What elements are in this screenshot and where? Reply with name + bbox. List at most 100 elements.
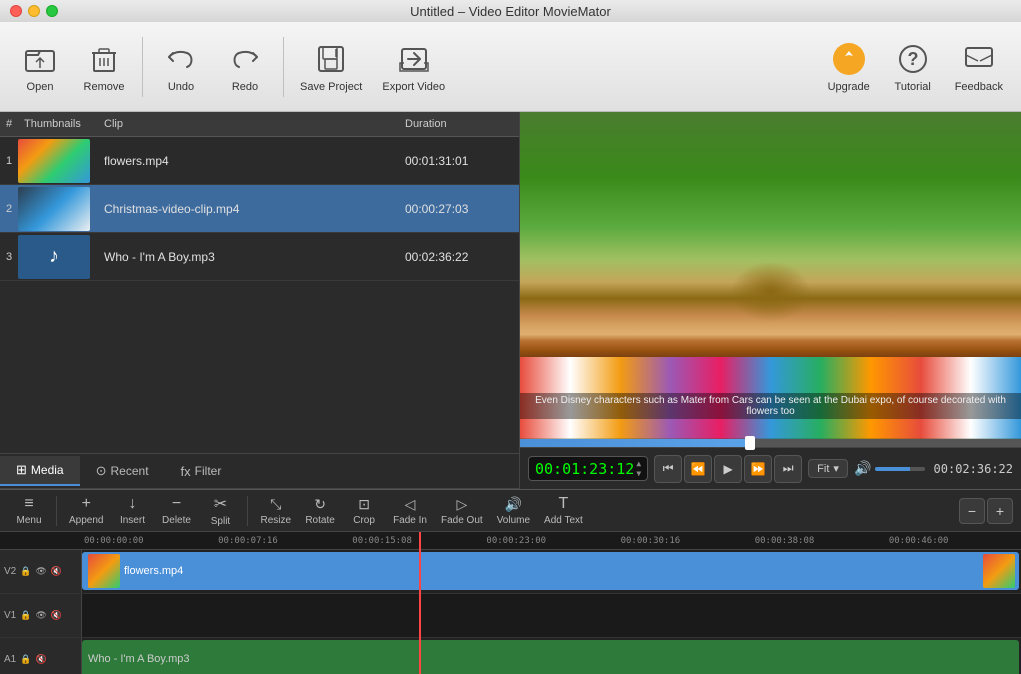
clip-name-1: flowers.mp4 (98, 154, 399, 168)
play-pause-button[interactable]: ▶ (714, 455, 742, 483)
crop-icon: ⊡ (358, 496, 370, 513)
total-duration: 00:02:36:22 (934, 462, 1013, 476)
traffic-lights[interactable] (10, 5, 58, 17)
timecode-display[interactable]: 00:01:23:12 ▲ ▼ (528, 456, 648, 481)
open-button[interactable]: Open (10, 35, 70, 99)
clip-duration-2: 00:00:27:03 (399, 202, 519, 216)
clip-list: # Thumbnails Clip Duration 1 flowers.mp4… (0, 112, 519, 453)
clip-thumb-2 (18, 187, 90, 231)
clip-duration-3: 00:02:36:22 (399, 250, 519, 264)
tab-filter-label: Filter (195, 464, 222, 478)
a1-mute-icon[interactable]: 🔇 (35, 654, 46, 665)
close-button[interactable] (10, 5, 22, 17)
volume-label: Volume (497, 515, 530, 526)
tab-recent-label: Recent (111, 464, 149, 478)
insert-label: Insert (120, 515, 145, 526)
a1-lock-icon[interactable]: 🔒 (20, 654, 31, 665)
fullscreen-button[interactable] (46, 5, 58, 17)
v1-eye-icon[interactable]: 👁 (35, 610, 46, 621)
clip-row-3[interactable]: 3 ♪ Who - I'm A Boy.mp3 00:02:36:22 (0, 233, 519, 281)
redo-button[interactable]: Redo (215, 35, 275, 99)
feedback-label: Feedback (955, 81, 1003, 93)
v1-mute-icon[interactable]: 🔇 (51, 610, 62, 621)
timeline-ruler: 00:00:00:00 00:00:07:16 00:00:15:08 00:0… (0, 532, 1021, 550)
track-v1-content[interactable] (82, 594, 1021, 637)
volume-icon[interactable]: 🔊 (854, 460, 871, 477)
tutorial-button[interactable]: ? Tutorial (883, 35, 943, 99)
skip-end-button[interactable]: ⏭ (774, 455, 802, 483)
timeline-tracks: 00:00:00:00 00:00:07:16 00:00:15:08 00:0… (0, 532, 1021, 674)
chevron-down-icon: ▾ (833, 462, 839, 475)
export-label: Export Video (382, 81, 445, 93)
timecode-up[interactable]: ▲ (636, 459, 641, 469)
clip-num-1: 1 (0, 155, 18, 167)
tab-media[interactable]: ⊞ Media (0, 456, 80, 486)
playhead[interactable] (419, 532, 421, 674)
clip-row-1[interactable]: 1 flowers.mp4 00:01:31:01 (0, 137, 519, 185)
rotate-tool[interactable]: ↻ Rotate (299, 492, 341, 530)
skip-start-button[interactable]: ⏮ (654, 455, 682, 483)
filter-icon: fx (181, 464, 191, 479)
fade-in-tool[interactable]: ◁ Fade In (387, 492, 433, 530)
undo-button[interactable]: Undo (151, 35, 211, 99)
track-v2-label: V2 🔒 👁 🔇 (0, 550, 82, 593)
flowers-clip-name: flowers.mp4 (124, 565, 183, 577)
append-tool[interactable]: + Append (63, 491, 109, 530)
v2-lock-icon[interactable]: 🔒 (20, 566, 31, 577)
track-v1: V1 🔒 👁 🔇 (0, 594, 1021, 638)
split-tool[interactable]: ✂ Split (199, 490, 241, 531)
feedback-button[interactable]: Feedback (947, 35, 1011, 99)
volume-slider[interactable] (875, 467, 925, 471)
audio-clip[interactable]: Who - I'm A Boy.mp3 (82, 640, 1019, 674)
save-project-button[interactable]: Save Project (292, 35, 370, 99)
menu-label: Menu (16, 515, 41, 526)
crop-tool[interactable]: ⊡ Crop (343, 492, 385, 530)
insert-tool[interactable]: ↓ Insert (111, 491, 153, 530)
track-v2-content[interactable]: flowers.mp4 (82, 550, 1021, 593)
resize-label: Resize (260, 515, 291, 526)
progress-handle[interactable] (745, 436, 755, 450)
resize-tool[interactable]: ⤡ Resize (254, 492, 297, 530)
undo-label: Undo (168, 81, 194, 93)
tab-filter[interactable]: fx Filter (165, 458, 238, 485)
upgrade-icon (831, 41, 867, 77)
track-v1-label: V1 🔒 👁 🔇 (0, 594, 82, 637)
v1-lock-icon[interactable]: 🔒 (20, 610, 31, 621)
export-video-button[interactable]: Export Video (374, 35, 453, 99)
append-label: Append (69, 515, 103, 526)
remove-button[interactable]: Remove (74, 35, 134, 99)
upgrade-button[interactable]: Upgrade (819, 35, 879, 99)
track-a1-content[interactable]: Who - I'm A Boy.mp3 (82, 638, 1021, 674)
redo-icon (227, 41, 263, 77)
ruler-mark-1: 00:00:07:16 (216, 536, 350, 546)
progress-bar[interactable] (520, 439, 1021, 447)
v2-mute-icon[interactable]: 🔇 (51, 566, 62, 577)
fade-out-tool[interactable]: ▷ Fade Out (435, 492, 489, 530)
col-clip: Clip (98, 116, 399, 132)
tl-divider-2 (247, 496, 248, 526)
menu-tool[interactable]: ≡ Menu (8, 491, 50, 530)
recent-icon: ⊙ (96, 463, 107, 479)
volume-tool-icon: 🔊 (505, 496, 522, 513)
v2-eye-icon[interactable]: 👁 (35, 566, 46, 577)
clip-row-2[interactable]: 2 Christmas-video-clip.mp4 00:00:27:03 (0, 185, 519, 233)
add-text-tool[interactable]: T Add Text (538, 491, 589, 530)
timecode-down[interactable]: ▼ (636, 469, 641, 479)
zoom-out-button[interactable]: − (959, 498, 985, 524)
preview-controls: 00:01:23:12 ▲ ▼ ⏮ ⏪ ▶ ⏩ ⏭ Fit ▾ (520, 447, 1021, 489)
undo-icon (163, 41, 199, 77)
delete-tool[interactable]: − Delete (155, 491, 197, 530)
ruler-mark-4: 00:00:30:16 (619, 536, 753, 546)
fade-out-icon: ▷ (456, 496, 467, 513)
remove-label: Remove (84, 81, 125, 93)
zoom-in-button[interactable]: + (987, 498, 1013, 524)
step-forward-button[interactable]: ⏩ (744, 455, 772, 483)
minimize-button[interactable] (28, 5, 40, 17)
timecode-arrows[interactable]: ▲ ▼ (636, 459, 641, 478)
volume-tool[interactable]: 🔊 Volume (491, 492, 536, 530)
tab-recent[interactable]: ⊙ Recent (80, 457, 165, 485)
fit-dropdown[interactable]: Fit ▾ (808, 459, 848, 478)
media-tabs: ⊞ Media ⊙ Recent fx Filter (0, 453, 519, 489)
flowers-video-clip[interactable]: flowers.mp4 (82, 552, 1019, 590)
step-back-button[interactable]: ⏪ (684, 455, 712, 483)
